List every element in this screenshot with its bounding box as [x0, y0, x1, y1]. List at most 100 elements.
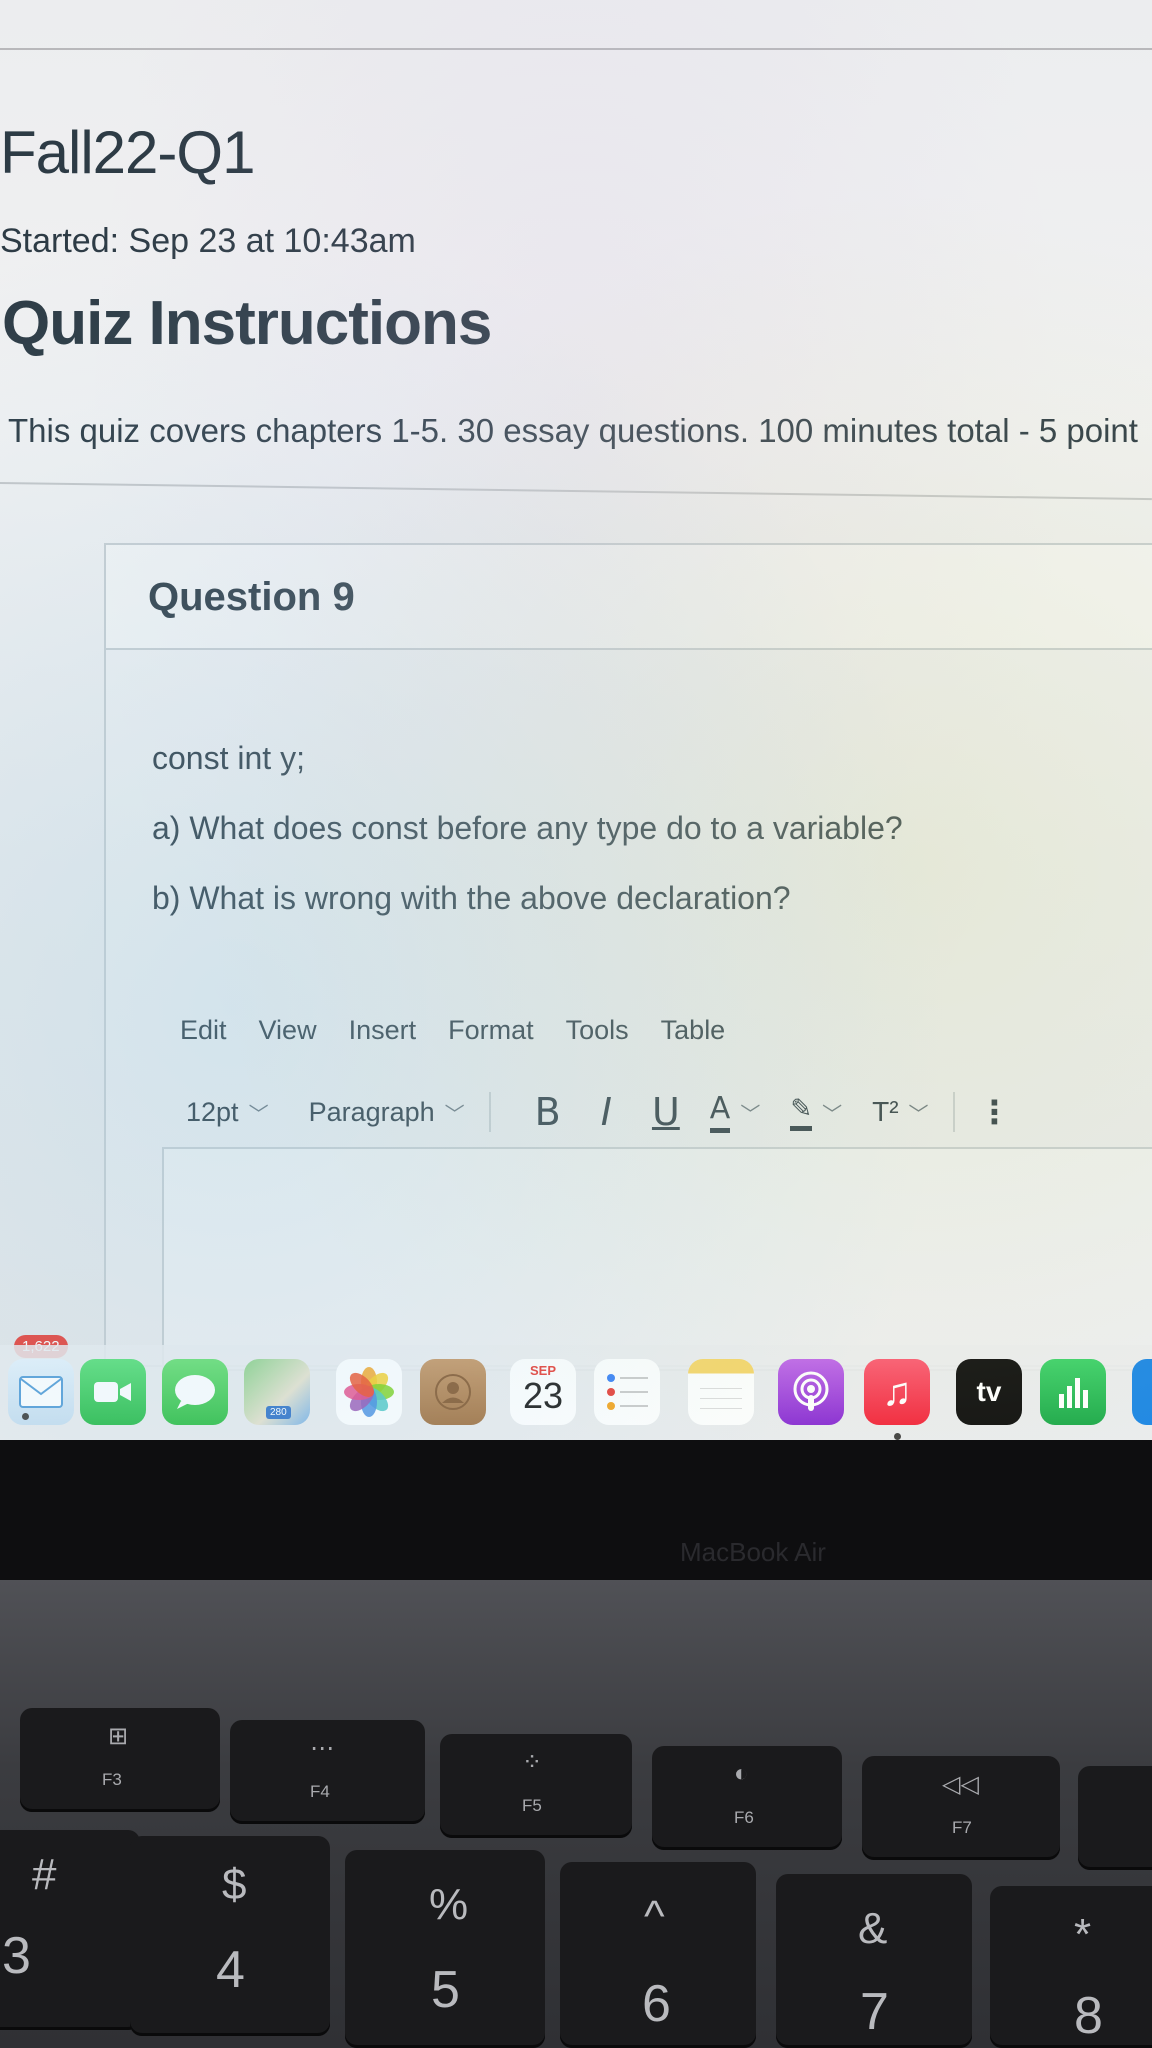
running-indicator: [894, 1433, 901, 1440]
key-4-digit: 4: [216, 1941, 245, 1999]
key-f4[interactable]: ⋯ F4: [230, 1720, 425, 1824]
calendar-icon[interactable]: SEP 23: [510, 1359, 576, 1425]
quiz-title: Fall22-Q1: [0, 119, 255, 186]
question-part-a: a) What does const before any type do to…: [152, 810, 903, 846]
podcasts-icon[interactable]: [778, 1359, 844, 1425]
highlighter-icon: ✎: [790, 1093, 813, 1131]
text-color-icon: A: [709, 1091, 731, 1133]
quiz-started-time: Started: Sep 23 at 10:43am: [0, 222, 416, 260]
contacts-icon[interactable]: [420, 1359, 486, 1425]
key-f6[interactable]: ◐ F6: [652, 1746, 842, 1850]
apple-tv-label: tv: [976, 1376, 1002, 1407]
instructions-heading: Quiz Instructions: [2, 289, 492, 358]
font-size-value: 12pt: [186, 1096, 239, 1127]
key-6-digit: 6: [642, 1975, 671, 2033]
key-8-digit: 8: [1074, 1987, 1103, 2045]
menu-table[interactable]: Table: [661, 1015, 726, 1046]
facetime-icon[interactable]: [80, 1359, 146, 1425]
key-7-digit: 7: [860, 1983, 889, 2041]
key-f4-label: F4: [310, 1782, 330, 1801]
chevron-down-icon: ﹀: [822, 1103, 843, 1126]
menu-insert[interactable]: Insert: [349, 1015, 417, 1046]
dock: 280 SEP 23 ♫ tv: [0, 1345, 1152, 1440]
instructions-divider: [0, 482, 1152, 501]
top-divider: [0, 48, 1152, 50]
key-f8[interactable]: [1078, 1766, 1152, 1870]
chevron-down-icon: ﹀: [908, 1103, 929, 1126]
superscript-button[interactable]: T² ﹀: [872, 1096, 928, 1128]
reminders-icon[interactable]: [594, 1359, 660, 1425]
editor-toolbar: 12pt ﹀ Paragraph ﹀ B I U A ﹀ ✎ ﹀ T² ﹀ ⋮: [186, 1090, 1011, 1134]
toolbar-divider: [488, 1092, 491, 1132]
key-6[interactable]: ^ 6: [560, 1862, 756, 2048]
key-5-shift: %: [429, 1880, 469, 1929]
launchpad-icon: ⋯: [310, 1735, 334, 1762]
maps-route-label: 280: [266, 1406, 291, 1419]
music-icon[interactable]: ♫: [864, 1359, 930, 1425]
running-indicator: [22, 1413, 29, 1420]
key-6-shift: ^: [644, 1892, 665, 1941]
menu-format[interactable]: Format: [448, 1015, 534, 1046]
keyboard-backlight-up-icon: ◐: [734, 1760, 749, 1787]
key-f3-label: F3: [102, 1770, 122, 1789]
key-7[interactable]: & 7: [776, 1874, 972, 2048]
calendar-day: 23: [522, 1375, 564, 1416]
bold-button[interactable]: B: [535, 1090, 561, 1134]
menu-tools[interactable]: Tools: [566, 1015, 629, 1046]
question-card: Question 9 const int y; a) What does con…: [104, 543, 1152, 1371]
more-options-icon[interactable]: ⋮: [979, 1093, 1011, 1131]
text-color-button[interactable]: A ﹀: [700, 1091, 761, 1133]
italic-button[interactable]: I: [601, 1090, 612, 1134]
block-format-select[interactable]: Paragraph ﹀: [309, 1097, 465, 1128]
chevron-down-icon: ﹀: [248, 1103, 269, 1126]
key-8[interactable]: * 8: [990, 1886, 1152, 2048]
key-8-shift: *: [1074, 1910, 1092, 1959]
app-icon-partial[interactable]: [1132, 1359, 1152, 1425]
answer-editor[interactable]: [162, 1147, 1152, 1371]
key-f3[interactable]: ⊞ F3: [20, 1708, 220, 1812]
browser-screen: Fall22-Q1 Started: Sep 23 at 10:43am Qui…: [0, 0, 1152, 1440]
music-note-glyph: ♫: [882, 1369, 912, 1414]
notes-icon[interactable]: [688, 1359, 754, 1425]
menu-edit[interactable]: Edit: [180, 1015, 227, 1046]
mission-control-icon: ⊞: [108, 1723, 129, 1750]
question-code-line: const int y;: [152, 740, 305, 776]
key-5[interactable]: % 5: [345, 1850, 545, 2048]
photos-icon[interactable]: [336, 1359, 402, 1425]
numbers-icon[interactable]: [1040, 1359, 1106, 1425]
maps-icon[interactable]: 280: [244, 1359, 310, 1425]
highlight-color-button[interactable]: ✎ ﹀: [790, 1093, 842, 1131]
superscript-icon: T²: [872, 1096, 899, 1127]
question-title: Question 9: [148, 575, 355, 619]
font-size-select[interactable]: 12pt ﹀: [186, 1097, 269, 1128]
menu-view[interactable]: View: [259, 1015, 317, 1046]
chevron-down-icon: ﹀: [740, 1103, 761, 1126]
key-4[interactable]: $ 4: [130, 1836, 330, 2036]
editor-menubar: Edit View Insert Format Tools Table: [180, 1015, 725, 1046]
messages-icon[interactable]: [162, 1359, 228, 1425]
key-f7[interactable]: ◁◁ F7: [862, 1756, 1060, 1860]
toolbar-divider: [952, 1092, 955, 1132]
keyboard-backlight-icon: ⁘: [522, 1749, 543, 1776]
key-3[interactable]: # 3: [0, 1830, 140, 2030]
apple-tv-icon[interactable]: tv: [956, 1359, 1022, 1425]
block-format-value: Paragraph: [308, 1096, 435, 1127]
key-f7-label: F7: [952, 1818, 972, 1837]
key-5-digit: 5: [431, 1961, 460, 2019]
chevron-down-icon: ﹀: [444, 1103, 465, 1126]
key-3-shift: #: [32, 1850, 57, 1899]
key-4-shift: $: [222, 1860, 247, 1909]
key-3-digit: 3: [2, 1927, 31, 1985]
instructions-text: This quiz covers chapters 1-5. 30 essay …: [8, 412, 1138, 449]
key-f5[interactable]: ⁘ F5: [440, 1734, 632, 1838]
screen-bezel: [0, 1440, 1152, 1580]
key-f6-label: F6: [734, 1808, 754, 1827]
rewind-icon: ◁◁: [942, 1771, 979, 1798]
laptop-brand: MacBook Air: [680, 1537, 826, 1567]
mail-icon[interactable]: [8, 1359, 74, 1425]
question-header: Question 9: [106, 545, 1152, 650]
underline-button[interactable]: U: [652, 1090, 680, 1134]
key-7-shift: &: [858, 1904, 888, 1953]
question-part-b: b) What is wrong with the above declarat…: [152, 880, 791, 916]
key-f5-label: F5: [522, 1796, 542, 1815]
